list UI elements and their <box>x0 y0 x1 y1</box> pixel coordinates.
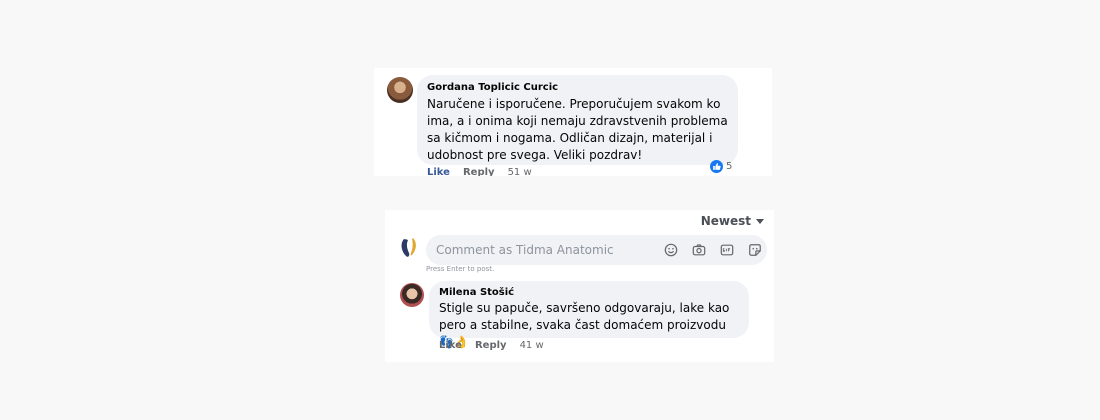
comment-input-placeholder: Comment as Tidma Anatomic <box>436 243 614 257</box>
page-avatar[interactable] <box>396 235 422 261</box>
comment-text: Naručene i isporučene. Preporučujem svak… <box>427 97 728 162</box>
camera-icon[interactable] <box>691 242 707 258</box>
sort-label: Newest <box>700 214 751 228</box>
gif-icon[interactable] <box>719 242 735 258</box>
comment-author[interactable]: Milena Stošić <box>439 287 514 298</box>
reply-button[interactable]: Reply <box>475 340 507 351</box>
caret-down-icon <box>756 218 764 224</box>
sort-dropdown[interactable]: Newest <box>701 214 764 228</box>
like-button[interactable]: Like <box>427 167 450 176</box>
emoji-icon[interactable] <box>663 242 679 258</box>
comment-bubble: Milena Stošić Stigle su papuče, savršeno… <box>429 281 749 349</box>
reaction-count-value: 5 <box>726 161 733 172</box>
reply-button[interactable]: Reply <box>463 167 495 176</box>
post-hint: Press Enter to post. <box>426 265 495 273</box>
avatar[interactable] <box>387 77 413 103</box>
comment-age[interactable]: 41 w <box>520 340 544 351</box>
sticker-icon[interactable] <box>747 242 763 258</box>
like-reaction-icon <box>710 160 723 173</box>
comment-card-1: Gordana Toplicic Curcic Naručene i ispor… <box>374 68 772 176</box>
like-button[interactable]: Like <box>439 340 462 351</box>
comment-bubble: Gordana Toplicic Curcic Naručene i ispor… <box>417 75 738 165</box>
comments-section: Newest Comment as Tidma Anatomic Press E… <box>385 210 774 362</box>
comment-actions: Like Reply 41 w <box>439 340 557 351</box>
comment-author[interactable]: Gordana Toplicic Curcic <box>427 82 558 93</box>
avatar[interactable] <box>400 283 424 307</box>
comment-actions: Like Reply 51 w <box>427 167 545 176</box>
comment-input[interactable]: Comment as Tidma Anatomic <box>426 235 767 265</box>
tidma-logo-icon <box>401 238 416 257</box>
reaction-count[interactable]: 5 <box>710 160 732 173</box>
input-tools <box>663 235 763 265</box>
comment-age[interactable]: 51 w <box>508 167 532 176</box>
